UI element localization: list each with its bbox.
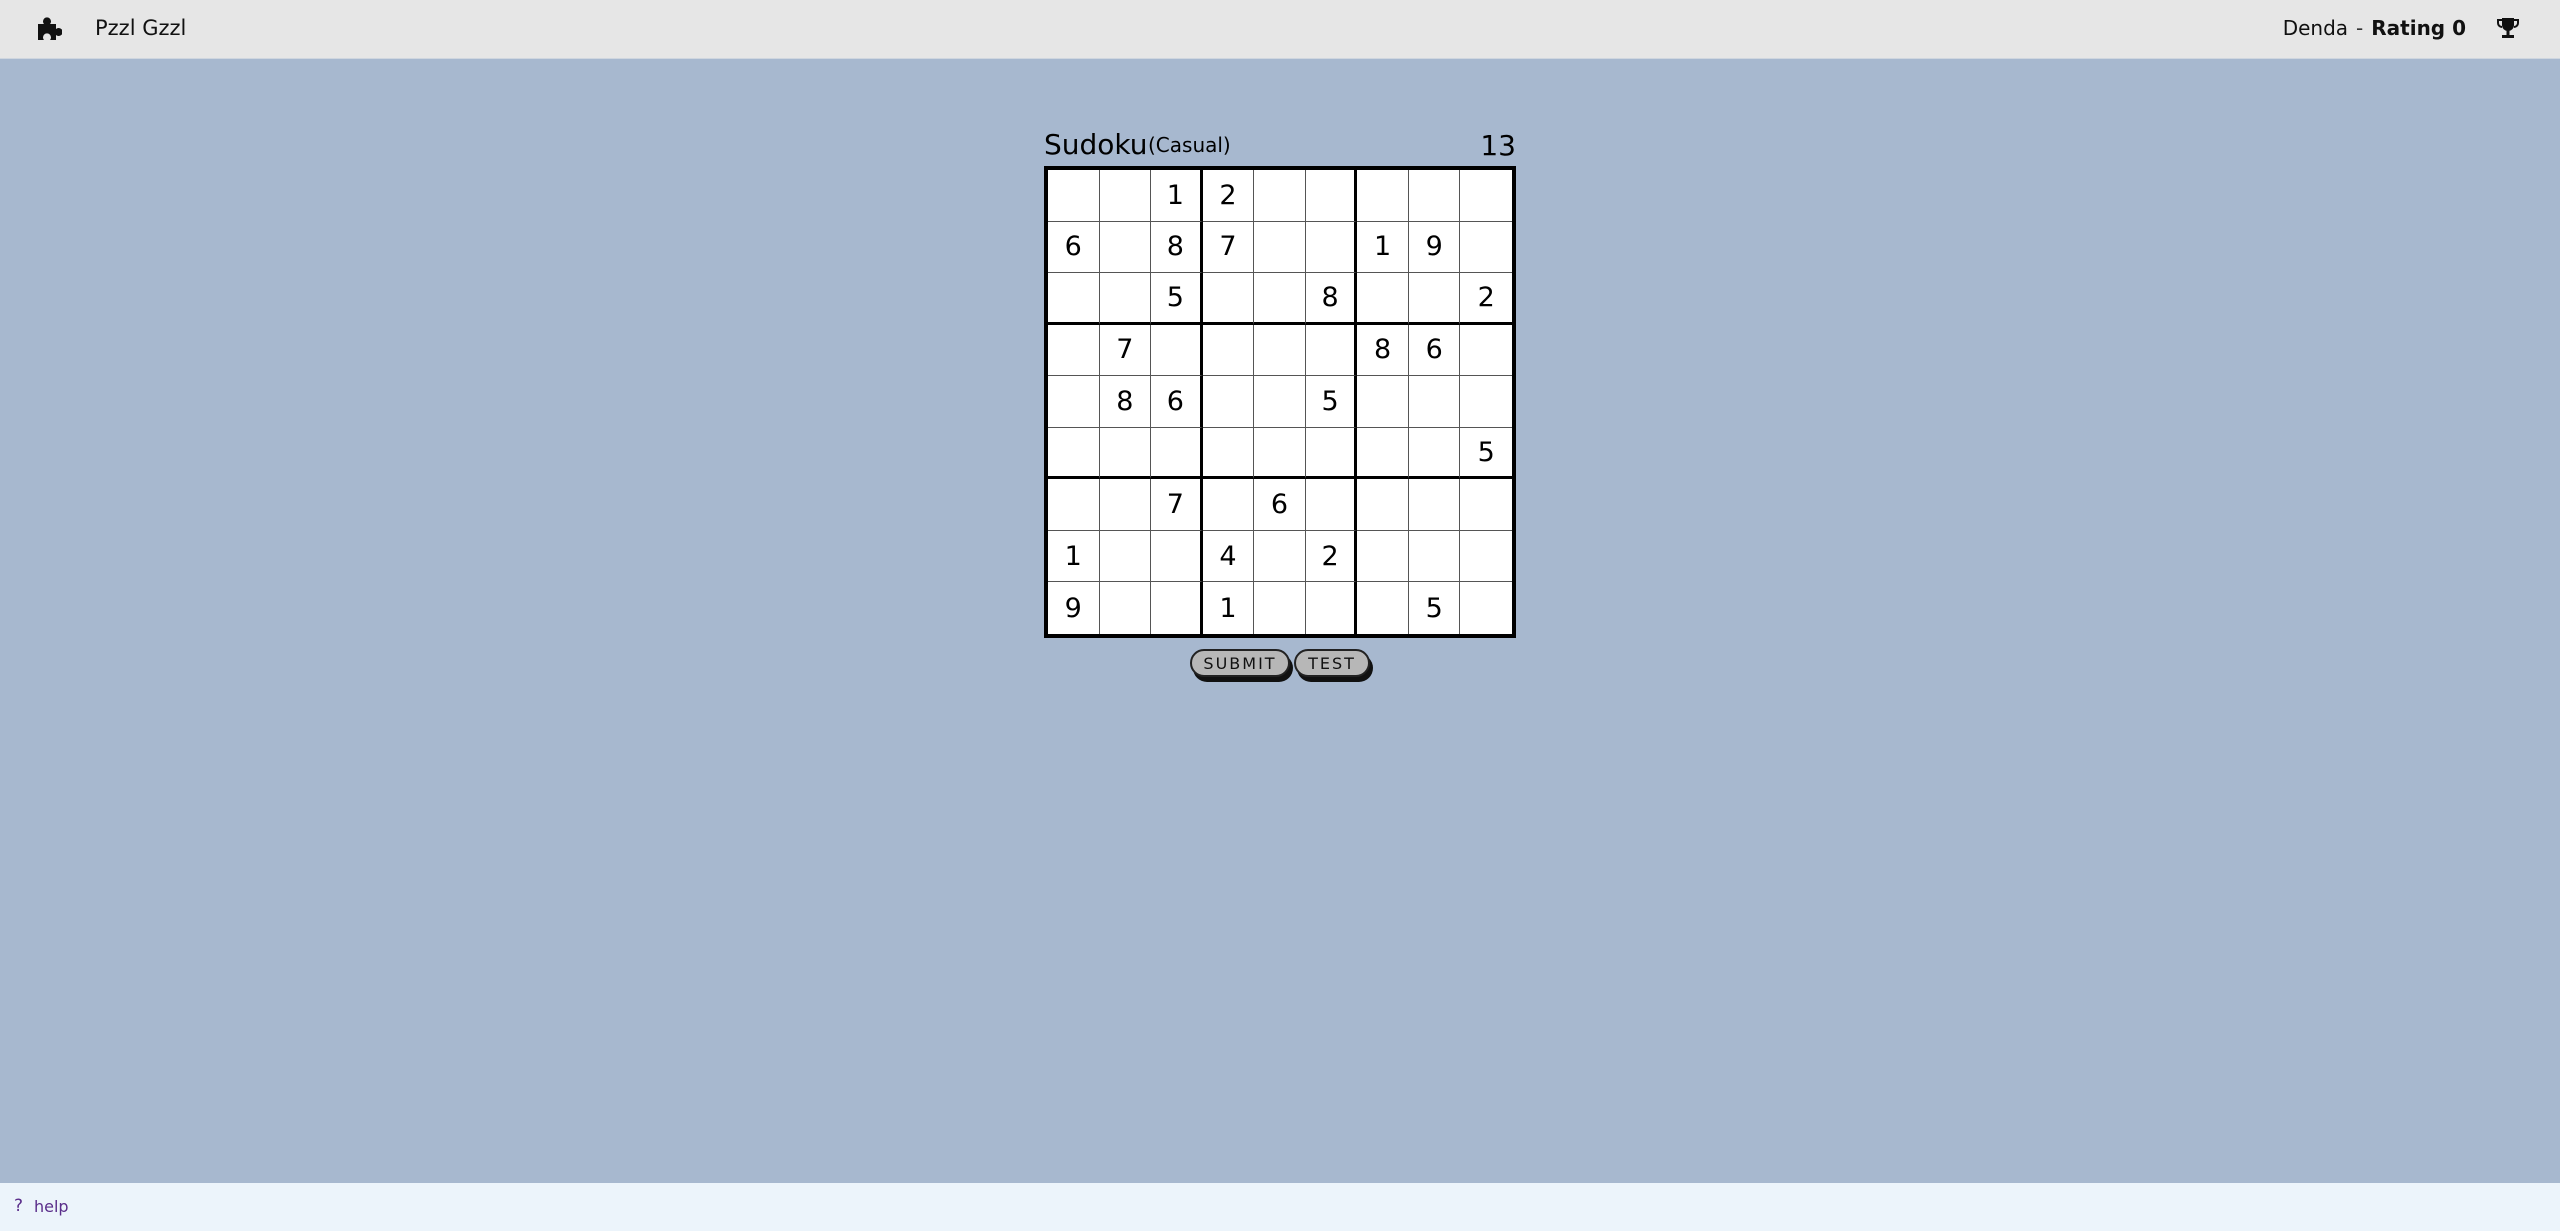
sudoku-cell[interactable] — [1048, 479, 1100, 531]
sudoku-cell[interactable]: 1 — [1357, 221, 1409, 274]
sudoku-cell[interactable] — [1254, 582, 1306, 634]
sudoku-cell[interactable]: 6 — [1254, 479, 1306, 531]
sudoku-cell[interactable] — [1151, 427, 1203, 480]
sudoku-cell[interactable] — [1460, 222, 1512, 274]
sudoku-cell[interactable] — [1099, 427, 1152, 480]
sudoku-cell[interactable]: 7 — [1099, 324, 1152, 377]
sudoku-cell[interactable] — [1305, 221, 1358, 274]
help-link[interactable]: help — [34, 1197, 69, 1216]
footer-bar: ? help — [0, 1183, 2560, 1231]
sudoku-cell[interactable]: 9 — [1408, 221, 1461, 274]
sudoku-cell[interactable] — [1254, 376, 1306, 428]
brand-name[interactable]: Pzzl Gzzl — [95, 16, 186, 40]
sudoku-cell[interactable] — [1099, 479, 1152, 531]
sudoku-cell[interactable]: 1 — [1048, 530, 1100, 583]
user-rating: Rating 0 — [2371, 16, 2466, 40]
sudoku-cell[interactable]: 2 — [1305, 530, 1358, 583]
sudoku-cell[interactable]: 4 — [1202, 530, 1255, 583]
sudoku-cell[interactable]: 8 — [1151, 221, 1203, 274]
sudoku-cell[interactable] — [1151, 324, 1203, 377]
sudoku-cell[interactable] — [1100, 582, 1152, 634]
sudoku-cell[interactable] — [1151, 582, 1203, 634]
sudoku-cell[interactable] — [1408, 376, 1461, 428]
sudoku-cell[interactable] — [1357, 582, 1409, 634]
sudoku-cell[interactable] — [1305, 479, 1358, 531]
sudoku-cell[interactable]: 5 — [1409, 582, 1461, 634]
sudoku-cell[interactable] — [1357, 376, 1409, 428]
sudoku-cell[interactable] — [1099, 530, 1152, 583]
sudoku-cell[interactable] — [1460, 376, 1512, 428]
sudoku-cell[interactable] — [1048, 170, 1100, 222]
sudoku-cell[interactable] — [1306, 582, 1358, 634]
sudoku-cell[interactable]: 5 — [1151, 273, 1203, 325]
sudoku-cell[interactable] — [1099, 221, 1152, 274]
sudoku-cell[interactable] — [1254, 273, 1306, 325]
sudoku-cell[interactable] — [1202, 427, 1255, 480]
sudoku-cell[interactable]: 8 — [1099, 376, 1152, 428]
user-separator: - — [2356, 16, 2364, 40]
username[interactable]: Denda — [2283, 16, 2348, 40]
sudoku-cell[interactable] — [1202, 273, 1255, 325]
sudoku-cell[interactable] — [1357, 273, 1409, 325]
sudoku-cell[interactable]: 5 — [1460, 428, 1512, 480]
trophy-icon[interactable] — [2494, 14, 2522, 42]
sudoku-cell[interactable] — [1254, 324, 1306, 377]
sudoku-cell[interactable] — [1099, 273, 1152, 325]
sudoku-cell[interactable] — [1202, 479, 1255, 531]
sudoku-cell[interactable] — [1099, 170, 1152, 222]
sudoku-cell[interactable] — [1460, 531, 1512, 583]
sudoku-cell[interactable]: 6 — [1151, 376, 1203, 428]
sudoku-cell[interactable]: 8 — [1357, 324, 1409, 377]
puzzle-counter: 13 — [1480, 129, 1516, 162]
sudoku-cell[interactable] — [1408, 273, 1461, 325]
puzzle-title: Sudoku — [1044, 128, 1148, 161]
sudoku-cell[interactable] — [1048, 427, 1100, 480]
sudoku-cell[interactable] — [1048, 324, 1100, 377]
sudoku-cell[interactable] — [1254, 530, 1306, 583]
sudoku-cell[interactable] — [1460, 325, 1512, 377]
sudoku-cell[interactable] — [1408, 170, 1461, 222]
sudoku-cell[interactable]: 2 — [1460, 273, 1512, 325]
sudoku-cell[interactable] — [1460, 170, 1512, 222]
sudoku-cell[interactable] — [1408, 427, 1461, 480]
submit-button[interactable]: SUBMIT — [1190, 649, 1290, 677]
help-icon[interactable]: ? — [14, 1196, 23, 1216]
sudoku-cell[interactable]: 5 — [1305, 376, 1358, 428]
sudoku-board: 1268719582786865576142915 — [1044, 166, 1516, 638]
sudoku-cell[interactable] — [1460, 479, 1512, 531]
sudoku-cell[interactable]: 6 — [1408, 324, 1461, 377]
sudoku-cell[interactable] — [1305, 427, 1358, 480]
sudoku-cell[interactable] — [1408, 479, 1461, 531]
sudoku-cell[interactable]: 7 — [1202, 221, 1255, 274]
puzzle-mode: (Casual) — [1148, 133, 1231, 157]
sudoku-cell[interactable] — [1305, 170, 1358, 222]
sudoku-cell[interactable] — [1254, 221, 1306, 274]
sudoku-cell[interactable] — [1357, 530, 1409, 583]
sudoku-cell[interactable] — [1305, 324, 1358, 377]
user-info: Denda - Rating 0 — [2283, 16, 2466, 40]
sudoku-cell[interactable]: 8 — [1305, 273, 1358, 325]
sudoku-cell[interactable] — [1048, 376, 1100, 428]
game-header: Sudoku (Casual) 13 — [1044, 128, 1516, 166]
sudoku-cell[interactable]: 9 — [1048, 582, 1100, 634]
sudoku-cell[interactable] — [1460, 582, 1512, 634]
sudoku-cell[interactable] — [1357, 170, 1409, 222]
sudoku-cell[interactable]: 1 — [1151, 170, 1203, 222]
sudoku-cell[interactable] — [1254, 170, 1306, 222]
test-button[interactable]: TEST — [1294, 649, 1370, 677]
sudoku-cell[interactable] — [1357, 479, 1409, 531]
sudoku-cell[interactable] — [1048, 273, 1100, 325]
sudoku-cell[interactable] — [1151, 530, 1203, 583]
sudoku-cell[interactable] — [1202, 324, 1255, 377]
sudoku-cell[interactable]: 1 — [1203, 582, 1255, 634]
sudoku-cell[interactable]: 6 — [1048, 221, 1100, 274]
sudoku-cell[interactable] — [1254, 427, 1306, 480]
sudoku-cell[interactable] — [1357, 427, 1409, 480]
sudoku-cell[interactable]: 7 — [1151, 479, 1203, 531]
puzzle-piece-icon[interactable] — [34, 15, 62, 43]
top-bar: Pzzl Gzzl Denda - Rating 0 — [0, 0, 2560, 59]
sudoku-cell[interactable] — [1408, 530, 1461, 583]
sudoku-cell[interactable] — [1202, 376, 1255, 428]
sudoku-cell[interactable]: 2 — [1202, 170, 1255, 222]
